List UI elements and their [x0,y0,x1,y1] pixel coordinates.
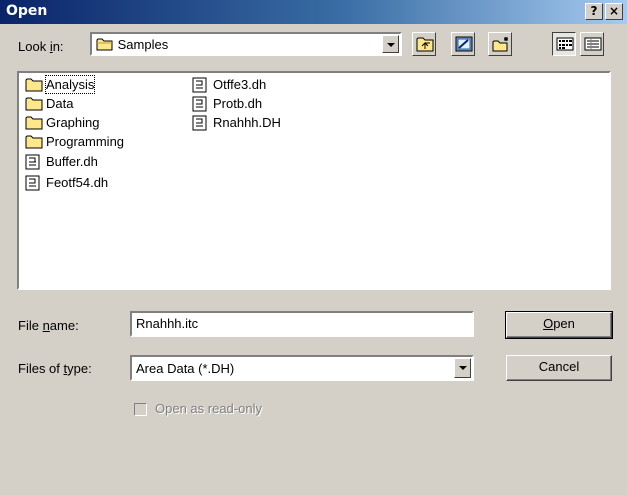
document-icon [25,154,40,170]
look-in-dropdown-button[interactable] [382,35,399,53]
folder-icon [25,97,43,111]
file-type-select[interactable]: Area Data (*.DH) [130,355,474,381]
list-item-label: Data [46,96,74,111]
file-name-value: Rnahhh.itc [136,316,199,331]
details-view-button[interactable] [580,32,604,56]
folder-icon [25,135,43,149]
file-type-value: Area Data (*.DH) [136,361,235,376]
document-icon [192,77,207,93]
new-folder-icon [492,37,508,52]
file-name-label: File name: [18,318,79,333]
file-type-dropdown-button[interactable] [454,358,471,378]
list-item-label: Analysis [45,75,96,94]
document-icon [192,96,207,112]
cancel-button[interactable]: Cancel [506,355,612,381]
open-dialog: Open ? × Look in: Samples Analysis Data … [0,0,627,495]
help-button[interactable]: ? [585,3,603,20]
folder-icon [96,38,113,51]
title-bar[interactable]: Open ? × [0,0,627,24]
list-item-label: Feotf54.dh [46,175,109,190]
folder-icon [25,116,43,130]
open-button[interactable]: Open [505,311,613,339]
list-item-label: Protb.dh [213,96,263,111]
list-view-button[interactable] [552,32,576,56]
up-one-level-button[interactable] [412,32,436,56]
file-type-label: Files of type: [18,361,92,376]
close-button[interactable]: × [605,3,623,20]
document-icon [192,115,207,131]
up-folder-icon [416,37,434,52]
document-icon [25,175,40,191]
look-in-combo[interactable]: Samples [90,32,402,56]
read-only-checkbox[interactable] [134,403,147,416]
list-item-label: Programming [46,134,125,149]
list-item-label: Otffe3.dh [213,77,267,92]
file-name-input[interactable]: Rnahhh.itc [130,311,474,337]
folder-icon [25,78,43,92]
list-item-label: Buffer.dh [46,154,98,169]
list-item-label: Rnahhh.DH [213,115,281,130]
details-view-icon [584,37,602,51]
window-title: Open [6,3,48,19]
list-view-icon [556,37,574,51]
desktop-icon [455,36,473,52]
list-item-label: Graphing [46,115,100,130]
file-list[interactable]: Analysis Data Graphing Programming Buffe… [17,71,611,290]
look-in-value: Samples [117,37,169,52]
new-folder-button[interactable] [488,32,512,56]
desktop-button[interactable] [451,32,475,56]
read-only-label: Open as read-only [155,401,262,416]
look-in-label: Look in: [18,39,64,54]
